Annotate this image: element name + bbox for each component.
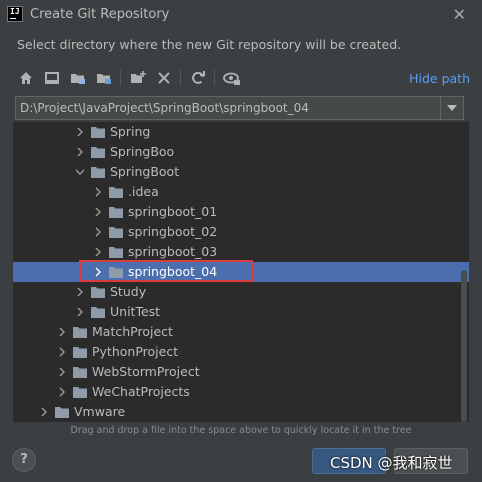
chevron-down-icon[interactable] bbox=[75, 167, 85, 177]
chevron-right-icon[interactable] bbox=[75, 287, 85, 297]
title-bar: IJ Create Git Repository ✕ bbox=[0, 0, 482, 30]
toolbar-separator bbox=[180, 70, 181, 86]
chevron-right-icon[interactable] bbox=[93, 247, 103, 257]
chevron-right-icon[interactable] bbox=[57, 387, 67, 397]
dialog-description: Select directory where the new Git repos… bbox=[17, 37, 402, 52]
folder-icon bbox=[91, 307, 105, 318]
chevron-right-icon[interactable] bbox=[57, 347, 67, 357]
toolbar-separator bbox=[120, 70, 121, 86]
chevron-down-icon bbox=[447, 105, 457, 111]
show-hidden-icon[interactable] bbox=[222, 68, 242, 88]
tree-row[interactable]: Vmware bbox=[13, 402, 469, 422]
tree-row[interactable]: springboot_03 bbox=[13, 242, 469, 262]
tree-row[interactable]: springboot_04 bbox=[13, 260, 469, 282]
tree-scrollbar[interactable] bbox=[461, 270, 467, 422]
tree-row[interactable]: WebStormProject bbox=[13, 362, 469, 382]
tree-row-label: Spring bbox=[110, 124, 151, 139]
tree-row-label: UnitTest bbox=[110, 304, 161, 319]
help-button[interactable]: ? bbox=[12, 448, 36, 472]
chevron-right-icon[interactable] bbox=[93, 207, 103, 217]
tree-row[interactable]: WeChatProjects bbox=[13, 382, 469, 402]
desktop-icon[interactable] bbox=[42, 68, 62, 88]
tree-row-label: .idea bbox=[128, 184, 159, 199]
folder-icon bbox=[91, 127, 105, 138]
drag-drop-hint: Drag and drop a file into the space abov… bbox=[70, 425, 412, 436]
toolbar-separator bbox=[214, 70, 215, 86]
folder-icon bbox=[73, 327, 87, 338]
tree-row[interactable]: SpringBoot bbox=[13, 162, 469, 182]
tree-row-label: Study bbox=[110, 284, 147, 299]
tree-row[interactable]: Spring bbox=[13, 122, 469, 142]
close-icon[interactable]: ✕ bbox=[453, 5, 466, 24]
tree-row[interactable]: Study bbox=[13, 282, 469, 302]
chevron-right-icon[interactable] bbox=[93, 227, 103, 237]
folder-icon bbox=[91, 147, 105, 158]
tree-row[interactable]: PythonProject bbox=[13, 342, 469, 362]
path-field[interactable]: D:\Project\JavaProject\SpringBoot\spring… bbox=[20, 101, 309, 115]
chevron-right-icon[interactable] bbox=[39, 407, 49, 417]
folder-icon bbox=[73, 367, 87, 378]
tree-row-label: springboot_01 bbox=[128, 204, 218, 219]
home-icon[interactable] bbox=[16, 68, 36, 88]
tree-row-label: Vmware bbox=[74, 404, 126, 419]
tree-row[interactable]: springboot_02 bbox=[13, 222, 469, 242]
chevron-right-icon[interactable] bbox=[75, 307, 85, 317]
tree-row-label: SpringBoot bbox=[110, 164, 180, 179]
chevron-right-icon[interactable] bbox=[57, 367, 67, 377]
folder-icon bbox=[73, 387, 87, 398]
path-dropdown-button[interactable] bbox=[440, 97, 463, 119]
intellij-logo-icon: IJ bbox=[7, 6, 23, 22]
hide-path-link[interactable]: Hide path bbox=[409, 71, 470, 86]
module-folder-icon[interactable] bbox=[94, 68, 114, 88]
tree-row-label: WeChatProjects bbox=[92, 384, 190, 399]
path-combobox[interactable]: D:\Project\JavaProject\SpringBoot\spring… bbox=[15, 96, 464, 120]
folder-icon bbox=[55, 407, 69, 418]
folder-icon bbox=[109, 247, 123, 258]
tree-row-label: SpringBoo bbox=[110, 144, 175, 159]
directory-tree[interactable]: Spring SpringBoo SpringBoot .idea springboot… bbox=[13, 122, 469, 422]
tree-row[interactable]: MatchProject bbox=[13, 322, 469, 342]
folder-icon bbox=[91, 167, 105, 178]
tree-row[interactable]: UnitTest bbox=[13, 302, 469, 322]
annotation-highlight-box bbox=[79, 260, 253, 282]
window-title: Create Git Repository bbox=[30, 7, 170, 22]
chevron-right-icon[interactable] bbox=[75, 147, 85, 157]
tree-row-label: MatchProject bbox=[92, 324, 173, 339]
new-folder-icon[interactable] bbox=[128, 68, 148, 88]
tree-row-label: WebStormProject bbox=[92, 364, 200, 379]
tree-row-label: PythonProject bbox=[92, 344, 179, 359]
tree-row-label: springboot_02 bbox=[128, 224, 218, 239]
tree-row[interactable]: .idea bbox=[13, 182, 469, 202]
chevron-right-icon[interactable] bbox=[75, 127, 85, 137]
file-chooser-toolbar bbox=[16, 67, 476, 89]
tree-row[interactable]: springboot_01 bbox=[13, 202, 469, 222]
refresh-icon[interactable] bbox=[188, 68, 208, 88]
csdn-watermark: CSDN @我和寂世 bbox=[330, 454, 453, 472]
folder-icon bbox=[109, 187, 123, 198]
folder-icon bbox=[109, 207, 123, 218]
chevron-right-icon[interactable] bbox=[57, 327, 67, 337]
tree-row[interactable]: SpringBoo bbox=[13, 142, 469, 162]
project-folder-icon[interactable] bbox=[68, 68, 88, 88]
tree-row-label: springboot_03 bbox=[128, 244, 218, 259]
folder-icon bbox=[73, 347, 87, 358]
chevron-right-icon[interactable] bbox=[93, 187, 103, 197]
folder-icon bbox=[109, 227, 123, 238]
delete-icon[interactable] bbox=[154, 68, 174, 88]
folder-icon bbox=[91, 287, 105, 298]
